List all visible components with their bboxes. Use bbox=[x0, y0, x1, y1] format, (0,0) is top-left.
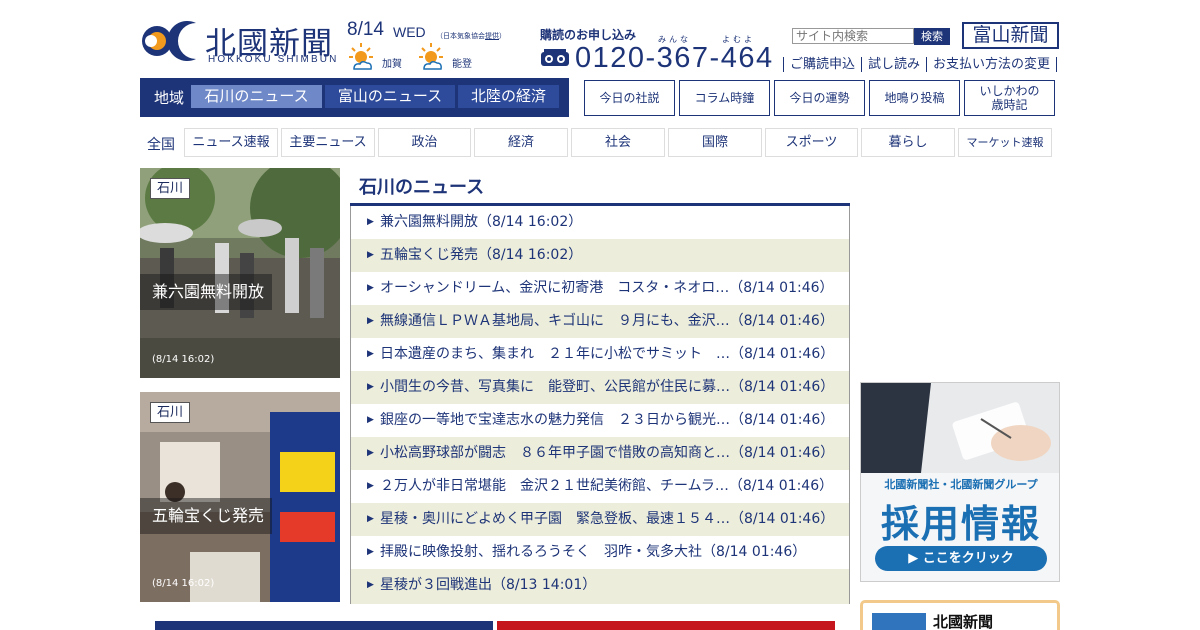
arrow-right-icon: ▶ bbox=[367, 382, 374, 392]
editorial-button[interactable]: 今日の社説 bbox=[584, 80, 675, 116]
news-list-item[interactable]: ▶ 五輪宝くじ発売（8/14 16:02） bbox=[351, 239, 849, 272]
ishikawa-saijiki-button[interactable]: いしかわの 歳時記 bbox=[964, 80, 1055, 116]
arrow-right-icon: ▶ bbox=[367, 415, 374, 425]
arrow-right-icon: ▶ bbox=[367, 514, 374, 524]
card-headline[interactable]: 五輪宝くじ発売 bbox=[140, 498, 272, 534]
arrow-right-icon: ▶ bbox=[367, 217, 374, 227]
arrow-right-icon: ▶ bbox=[367, 580, 374, 590]
news-list-item[interactable]: ▶ 星稜が３回戦進出（8/13 14:01） bbox=[351, 569, 849, 604]
weather-credit-link[interactable]: 提供 bbox=[485, 32, 499, 40]
news-list-item[interactable]: ▶ 小間生の今昔、写真集に 能登町、公民館が住民に募…（8/14 01:46） bbox=[351, 371, 849, 404]
ad-click-button[interactable]: ▶ ここをクリック bbox=[875, 546, 1047, 571]
subscribe-label: 購読のお申し込み bbox=[540, 28, 637, 42]
category-breaking-news[interactable]: ニュース速報 bbox=[184, 128, 278, 157]
ad-photo bbox=[861, 383, 1059, 473]
bottom-banner-left[interactable] bbox=[155, 621, 493, 630]
news-photo-card[interactable]: 石川 五輪宝くじ発売 (8/14 16:02) bbox=[140, 392, 340, 602]
arrow-right-icon: ▶ bbox=[367, 349, 374, 359]
card-timestamp: (8/14 16:02) bbox=[152, 354, 215, 365]
free-dial-icon bbox=[541, 49, 569, 66]
card-headline[interactable]: 兼六園無料開放 bbox=[140, 274, 272, 310]
horoscope-button[interactable]: 今日の運勢 bbox=[774, 80, 865, 116]
arrow-right-icon: ▶ bbox=[367, 250, 374, 260]
trial-read-link[interactable]: 試し読み bbox=[861, 57, 926, 72]
column-jisho-button[interactable]: コラム時鐘 bbox=[679, 80, 770, 116]
subscribe-phone-number[interactable]: 0120-367-464 bbox=[575, 42, 774, 75]
news-list-title: 石川のニュース bbox=[359, 177, 485, 198]
ad-title: 採用情報 bbox=[880, 502, 1041, 546]
category-society[interactable]: 社会 bbox=[571, 128, 665, 157]
category-national[interactable]: 全国 bbox=[147, 134, 175, 154]
arrow-right-icon: ▶ bbox=[367, 547, 374, 557]
news-list-item[interactable]: ▶ 拝殿に映像投射、揺れるろうそく 羽咋・気多大社（8/14 01:46） bbox=[351, 536, 849, 569]
recruit-ad-banner[interactable]: 北國新聞社・北國新聞グループ 採用情報 ▶ ここをクリック bbox=[860, 382, 1060, 582]
sun-cloud-icon bbox=[349, 43, 373, 70]
bottom-banner-right[interactable] bbox=[497, 621, 835, 630]
news-list-item[interactable]: ▶ 星稜・奥川にどよめく甲子園 緊急登板、最速１５４…（8/14 01:46） bbox=[351, 503, 849, 536]
reader-posts-button[interactable]: 地鳴り投稿 bbox=[869, 80, 960, 116]
paper-box-title: 北國新聞 bbox=[933, 613, 994, 630]
hokkoku-logo-mark-icon[interactable] bbox=[140, 17, 198, 65]
card-region-tag: 石川 bbox=[150, 178, 191, 199]
news-list-item[interactable]: ▶ ２万人が非日常堪能 金沢２１世紀美術館、チームラ…（8/14 01:46） bbox=[351, 470, 849, 503]
payment-change-link[interactable]: お支払い方法の変更 bbox=[926, 57, 1058, 72]
paper-thumbnail bbox=[872, 613, 926, 630]
news-list-item[interactable]: ▶ 小松高野球部が闘志 ８６年甲子園で惜敗の高知商と…（8/14 01:46） bbox=[351, 437, 849, 470]
region-nav-label: 地域 bbox=[154, 89, 185, 107]
sun-cloud-icon bbox=[419, 43, 443, 70]
category-economy[interactable]: 経済 bbox=[474, 128, 568, 157]
news-list-item[interactable]: ▶ オーシャンドリーム、金沢に初寄港 コスタ・ネオロ…（8/14 01:46） bbox=[351, 272, 849, 305]
site-logo-subtitle: HOKKOKU SHIMBUN bbox=[208, 54, 339, 65]
category-main-news[interactable]: 主要ニュース bbox=[281, 128, 375, 157]
paper-info-box[interactable]: 北國新聞 bbox=[860, 600, 1060, 630]
category-lifestyle[interactable]: 暮らし bbox=[861, 128, 955, 157]
card-region-tag: 石川 bbox=[150, 402, 191, 423]
news-list: ▶ 兼六園無料開放（8/14 16:02） ▶ 五輪宝くじ発売（8/14 16:02… bbox=[350, 206, 850, 604]
category-sports[interactable]: スポーツ bbox=[765, 128, 858, 157]
card-timestamp: (8/14 16:02) bbox=[152, 578, 215, 589]
toyama-shimbun-logo[interactable]: 富山新聞 bbox=[962, 22, 1059, 49]
current-date: 8/14 bbox=[347, 19, 384, 40]
weather-region-noto: 能登 bbox=[452, 59, 472, 70]
search-button[interactable]: 検索 bbox=[914, 28, 950, 45]
tab-ishikawa-news[interactable]: 石川のニュース bbox=[191, 85, 322, 108]
site-search-input[interactable] bbox=[792, 28, 914, 44]
news-list-item[interactable]: ▶ 兼六園無料開放（8/14 16:02） bbox=[351, 206, 849, 239]
news-photo bbox=[140, 392, 340, 602]
arrow-right-icon: ▶ bbox=[367, 316, 374, 326]
news-photo bbox=[140, 168, 340, 378]
news-list-item[interactable]: ▶ 銀座の一等地で宝達志水の魅力発信 ２３日から観光…（8/14 01:46） bbox=[351, 404, 849, 437]
weather-credit: （日本気象協会提供） bbox=[436, 32, 506, 40]
subscribe-link[interactable]: ご購読申込 bbox=[783, 57, 861, 72]
ad-company-name: 北國新聞社・北國新聞グループ bbox=[884, 478, 1038, 491]
arrow-right-icon: ▶ bbox=[367, 448, 374, 458]
weather-region-kaga: 加賀 bbox=[382, 59, 402, 70]
news-list-item[interactable]: ▶ 日本遺産のまち、集まれ ２１年に小松でサミット …（8/14 01:46） bbox=[351, 338, 849, 371]
news-list-item[interactable]: ▶ 無線通信ＬＰＷＡ基地局、キゴ山に ９月にも、金沢…（8/14 01:46） bbox=[351, 305, 849, 338]
tab-toyama-news[interactable]: 富山のニュース bbox=[325, 85, 455, 108]
arrow-right-icon: ▶ bbox=[367, 481, 374, 491]
category-market-news[interactable]: マーケット速報 bbox=[958, 128, 1052, 157]
current-weekday: WED bbox=[393, 24, 426, 40]
category-politics[interactable]: 政治 bbox=[378, 128, 471, 157]
arrow-right-icon: ▶ bbox=[367, 283, 374, 293]
top-links: ご購読申込 試し読み お支払い方法の変更 bbox=[783, 57, 1058, 72]
tab-hokuriku-economy[interactable]: 北陸の経済 bbox=[458, 85, 559, 108]
news-photo-card[interactable]: 石川 兼六園無料開放 (8/14 16:02) bbox=[140, 168, 340, 378]
category-international[interactable]: 国際 bbox=[668, 128, 762, 157]
